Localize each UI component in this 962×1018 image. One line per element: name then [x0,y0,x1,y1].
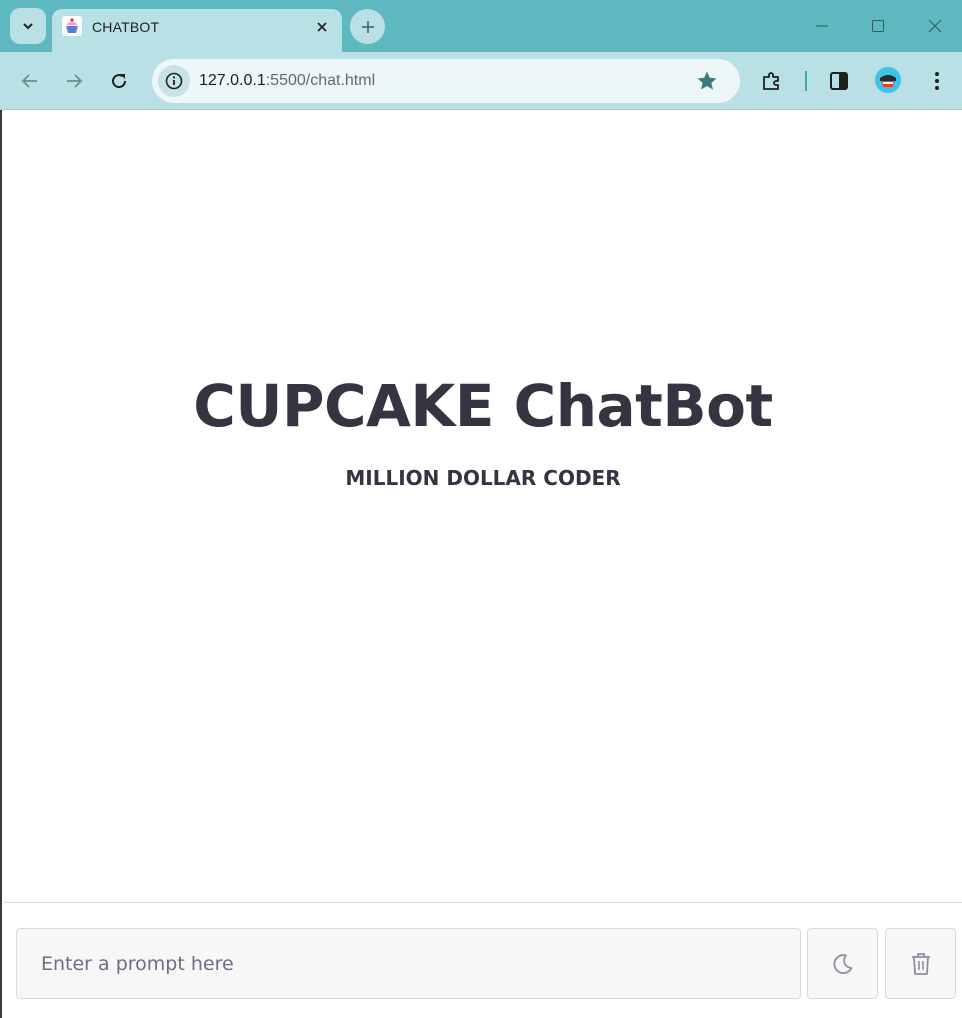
plus-icon [361,20,374,33]
arrow-left-icon [21,74,37,88]
tab-close-button[interactable] [312,17,332,37]
cupcake-icon [62,16,82,36]
delete-chats-button[interactable] [885,928,956,999]
star-icon [697,71,717,90]
browser-menu-button[interactable] [921,65,953,97]
chevron-down-icon [23,23,33,30]
window-minimize-button[interactable] [808,12,836,40]
page-title: CUPCAKE ChatBot [193,372,773,440]
reload-button[interactable] [103,65,135,97]
reload-icon [112,74,127,89]
window-maximize-button[interactable] [864,12,892,40]
close-icon [928,19,942,33]
url-host: 127.0.0.1 [199,72,266,89]
profile-avatar-icon [875,67,901,93]
browser-toolbar: 127.0.0.1:5500/chat.html [0,52,962,110]
info-icon [165,72,183,90]
new-tab-button[interactable] [350,9,385,44]
browser-tab[interactable]: CHATBOT [52,9,342,52]
site-info-button[interactable] [158,65,190,97]
puzzle-icon [763,72,779,90]
browser-titlebar: CHATBOT [0,0,962,52]
toolbar-separator [805,71,807,91]
arrow-right-icon [67,74,83,88]
close-icon [317,22,327,32]
page-subtitle: MILLION DOLLAR CODER [345,466,621,490]
trash-icon [911,952,930,975]
more-vertical-icon [935,72,939,90]
side-panel-button[interactable] [823,65,855,97]
address-bar[interactable]: 127.0.0.1:5500/chat.html [152,59,740,103]
avatar[interactable] [875,67,901,93]
side-panel-icon [830,72,848,90]
url-path: :5500/chat.html [265,72,376,89]
minimize-icon [816,25,828,27]
chat-input-bar [4,902,962,1018]
back-button[interactable] [14,65,46,97]
bookmark-button[interactable] [694,68,720,94]
forward-button[interactable] [58,65,90,97]
theme-toggle-button[interactable] [807,928,878,999]
maximize-icon [872,20,884,32]
tab-search-button[interactable] [10,8,46,44]
tab-title: CHATBOT [92,19,160,35]
prompt-input[interactable] [16,928,801,999]
extensions-button[interactable] [756,65,788,97]
url-text: 127.0.0.1:5500/chat.html [199,72,375,90]
window-close-button[interactable] [921,12,949,40]
page-viewport: CUPCAKE ChatBot MILLION DOLLAR CODER [0,110,962,1018]
moon-icon [832,953,852,974]
